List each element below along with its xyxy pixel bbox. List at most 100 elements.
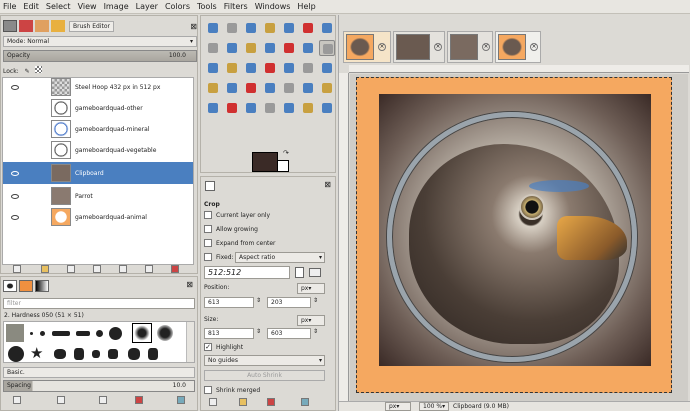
- highlight-checkbox[interactable]: ✓: [204, 343, 212, 351]
- free-select-tool-icon[interactable]: [243, 20, 259, 36]
- fixed-checkbox[interactable]: [204, 253, 212, 261]
- clone-tool-icon[interactable]: [243, 80, 259, 96]
- eye-icon[interactable]: [11, 214, 19, 220]
- close-tab-icon[interactable]: ⊠: [324, 180, 331, 189]
- zoom-select[interactable]: 100 %▾: [419, 402, 449, 411]
- brush-thumb[interactable]: [109, 327, 122, 340]
- opacity-slider[interactable]: Opacity 100.0: [3, 50, 197, 62]
- ellipse-select-tool-icon[interactable]: [224, 20, 240, 36]
- perspective-tool-icon[interactable]: [262, 60, 278, 76]
- canvas-image[interactable]: [356, 77, 672, 393]
- allow-growing-checkbox[interactable]: [204, 225, 212, 233]
- text-tool-icon[interactable]: [205, 80, 221, 96]
- brush-thumb[interactable]: [40, 331, 45, 336]
- position-x-input[interactable]: 613: [204, 297, 254, 308]
- current-layer-only-checkbox[interactable]: [204, 211, 212, 219]
- status-unit-select[interactable]: px▾: [385, 402, 411, 411]
- dodge-tool-icon[interactable]: [319, 80, 335, 96]
- canvas-area[interactable]: [350, 74, 688, 402]
- gradients-tab-icon[interactable]: [35, 280, 49, 292]
- auto-shrink-button[interactable]: Auto Shrink: [204, 370, 325, 381]
- reset-options-icon[interactable]: [301, 398, 309, 406]
- stepper-icon[interactable]: ⇕: [256, 297, 261, 304]
- edit-brush-icon[interactable]: [13, 396, 21, 404]
- brush-thumb-selected[interactable]: [132, 323, 152, 343]
- brush-thumb[interactable]: [92, 350, 100, 358]
- blur-tool-icon[interactable]: [281, 80, 297, 96]
- layer-row[interactable]: gameboardquad-other: [3, 99, 193, 117]
- new-layer-icon[interactable]: [13, 265, 21, 273]
- menu-edit[interactable]: Edit: [23, 2, 39, 11]
- raise-layer-icon[interactable]: [67, 265, 75, 273]
- channels-tab-icon[interactable]: [19, 20, 33, 32]
- close-tab-icon[interactable]: ⊠: [186, 280, 193, 289]
- restore-options-icon[interactable]: [239, 398, 247, 406]
- new-brush-icon[interactable]: [57, 396, 65, 404]
- brush-thumb[interactable]: [52, 331, 70, 336]
- flip-tool-icon[interactable]: [281, 60, 297, 76]
- scissors-select-tool-icon[interactable]: [300, 20, 316, 36]
- pencil-tool-icon[interactable]: [243, 100, 259, 116]
- rect-select-tool-icon[interactable]: [205, 20, 221, 36]
- rotate-tool-icon[interactable]: [205, 60, 221, 76]
- foreground-select-tool-icon[interactable]: [319, 20, 335, 36]
- spacing-slider[interactable]: Spacing 10.0: [3, 380, 195, 392]
- delete-layer-icon[interactable]: [171, 265, 179, 273]
- menu-select[interactable]: Select: [46, 2, 71, 11]
- menu-image[interactable]: Image: [104, 2, 129, 11]
- patterns-tab-icon[interactable]: [19, 280, 33, 292]
- airbrush-tool-icon[interactable]: [300, 100, 316, 116]
- delete-brush-icon[interactable]: [135, 396, 143, 404]
- lower-layer-icon[interactable]: [93, 265, 101, 273]
- lock-alpha-icon[interactable]: [34, 66, 42, 73]
- stepper-icon[interactable]: ⇕: [256, 328, 261, 335]
- layer-row[interactable]: gameboardquad-vegetable: [3, 141, 193, 159]
- brush-thumb[interactable]: [148, 348, 158, 360]
- brush-editor-tab[interactable]: Brush Editor: [69, 20, 114, 32]
- star-brush-icon[interactable]: ★: [30, 344, 43, 362]
- brush-thumb[interactable]: [6, 324, 24, 342]
- eye-icon[interactable]: [11, 84, 19, 90]
- swap-colors-icon[interactable]: ↷: [283, 149, 289, 157]
- delete-options-icon[interactable]: [267, 398, 275, 406]
- color-picker-tool-icon[interactable]: [224, 40, 240, 56]
- crop-tool-icon[interactable]: [319, 40, 335, 56]
- duplicate-layer-icon[interactable]: [119, 265, 127, 273]
- move-tool-icon[interactable]: [281, 40, 297, 56]
- layer-row[interactable]: gameboardquad-mineral: [3, 120, 193, 138]
- image-tab[interactable]: ×: [343, 31, 391, 63]
- layer-row-selected[interactable]: Clipboard: [3, 162, 193, 184]
- fuzzy-select-tool-icon[interactable]: [262, 20, 278, 36]
- lock-pixels-icon[interactable]: ✎: [25, 68, 30, 75]
- fixed-mode-select[interactable]: Aspect ratio ▾: [235, 252, 325, 263]
- image-tab[interactable]: ×: [447, 31, 493, 63]
- expand-from-center-checkbox[interactable]: [204, 239, 212, 247]
- brush-thumb[interactable]: [8, 346, 24, 362]
- position-unit-select[interactable]: px▾: [297, 283, 325, 294]
- brush-preset-select[interactable]: Basic.: [3, 367, 195, 378]
- portrait-icon[interactable]: [295, 267, 304, 278]
- align-tool-icon[interactable]: [300, 40, 316, 56]
- brushes-tab-icon[interactable]: [3, 280, 17, 292]
- image-tab-active[interactable]: ×: [495, 31, 541, 63]
- warp-tool-icon[interactable]: [319, 60, 335, 76]
- cage-tool-icon[interactable]: [300, 60, 316, 76]
- brush-thumb[interactable]: [74, 348, 84, 360]
- size-unit-select[interactable]: px▾: [297, 315, 325, 326]
- refresh-brushes-icon[interactable]: [177, 396, 185, 404]
- paintbrush-tool-icon[interactable]: [262, 100, 278, 116]
- brush-thumb[interactable]: [76, 331, 90, 336]
- eraser-tool-icon[interactable]: [281, 100, 297, 116]
- heal-tool-icon[interactable]: [224, 80, 240, 96]
- close-icon[interactable]: ×: [482, 43, 490, 51]
- menu-colors[interactable]: Colors: [165, 2, 190, 11]
- menu-file[interactable]: File: [3, 2, 16, 11]
- shrink-merged-checkbox[interactable]: [204, 386, 212, 394]
- stepper-icon[interactable]: ⇕: [313, 297, 318, 304]
- layer-row[interactable]: gameboardquad-animal: [3, 208, 193, 226]
- tool-options-tab-icon[interactable]: [205, 181, 215, 191]
- undo-tab-icon[interactable]: [51, 20, 65, 32]
- close-icon[interactable]: ×: [378, 43, 386, 51]
- menu-windows[interactable]: Windows: [255, 2, 291, 11]
- paths-tab-icon[interactable]: [35, 20, 49, 32]
